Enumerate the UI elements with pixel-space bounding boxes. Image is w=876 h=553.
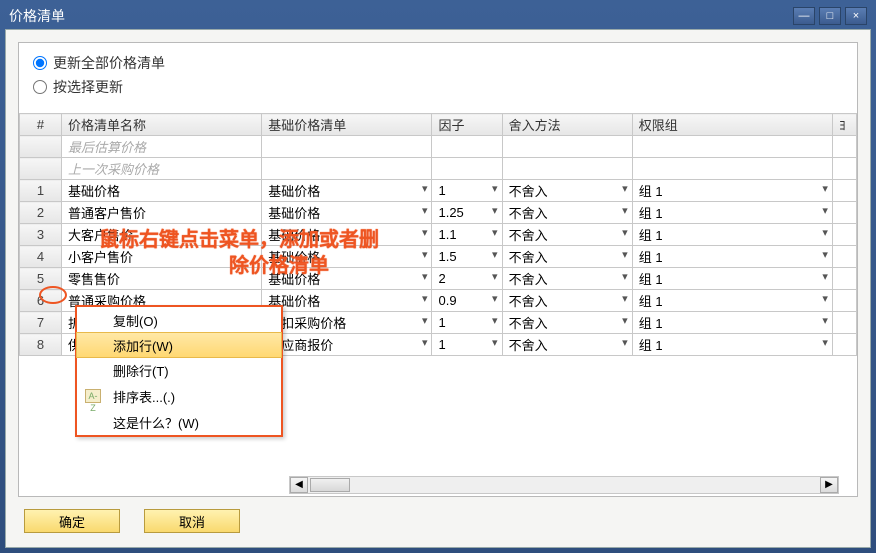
col-group[interactable]: 权限组 bbox=[632, 114, 832, 136]
col-name[interactable]: 价格清单名称 bbox=[62, 114, 262, 136]
col-round[interactable]: 舍入方法 bbox=[502, 114, 632, 136]
info-row: 上一次采购价格 bbox=[20, 158, 857, 180]
ctx-del-row[interactable]: 删除行(T) bbox=[77, 357, 281, 383]
h-scrollbar[interactable]: ◀ ▶ bbox=[289, 476, 839, 494]
scroll-left-button[interactable]: ◀ bbox=[290, 477, 308, 493]
ctx-add-row[interactable]: 添加行(W) bbox=[76, 332, 282, 358]
col-num[interactable]: # bbox=[20, 114, 62, 136]
col-base[interactable]: 基础价格清单 bbox=[262, 114, 432, 136]
col-extra[interactable]: ﾖ bbox=[832, 114, 856, 136]
table-row[interactable]: 3大客户售价基础价格1.1不舍入组 1 bbox=[20, 224, 857, 246]
context-menu: 复制(O) 添加行(W) 删除行(T) A-Z 排序表...(.) 这是什么？(… bbox=[75, 305, 283, 437]
close-button[interactable]: × bbox=[845, 7, 867, 25]
header-row: # 价格清单名称 基础价格清单 因子 舍入方法 权限组 ﾖ bbox=[20, 114, 857, 136]
radio-update-all[interactable] bbox=[33, 56, 47, 70]
scroll-thumb[interactable] bbox=[310, 478, 350, 492]
sort-icon: A-Z bbox=[85, 389, 101, 403]
info-row: 最后估算价格 bbox=[20, 136, 857, 158]
ok-button[interactable]: 确定 bbox=[24, 509, 120, 533]
maximize-button[interactable]: □ bbox=[819, 7, 841, 25]
table-row[interactable]: 2普通客户售价基础价格1.25不舍入组 1 bbox=[20, 202, 857, 224]
ctx-sort[interactable]: A-Z 排序表...(.) bbox=[77, 383, 281, 409]
radio-by-select[interactable] bbox=[33, 80, 47, 94]
cancel-button[interactable]: 取消 bbox=[144, 509, 240, 533]
ctx-whats-this[interactable]: 这是什么？(W) bbox=[77, 409, 281, 435]
table-row[interactable]: 5零售售价基础价格2不舍入组 1 bbox=[20, 268, 857, 290]
minimize-button[interactable]: — bbox=[793, 7, 815, 25]
ctx-copy[interactable]: 复制(O) bbox=[77, 307, 281, 333]
window-title: 价格清单 bbox=[9, 6, 793, 26]
window-frame: 价格清单 — □ × 更新全部价格清单 按选择更新 bbox=[0, 0, 876, 553]
client-area: 更新全部价格清单 按选择更新 # 价格清单名称 bbox=[5, 29, 871, 548]
scroll-right-button[interactable]: ▶ bbox=[820, 477, 838, 493]
panel: 更新全部价格清单 按选择更新 # 价格清单名称 bbox=[18, 42, 858, 497]
table-row[interactable]: 4小客户售价基础价格1.5不舍入组 1 bbox=[20, 246, 857, 268]
col-factor[interactable]: 因子 bbox=[432, 114, 502, 136]
titlebar[interactable]: 价格清单 — □ × bbox=[3, 3, 873, 29]
radio-update-all-label: 更新全部价格清单 bbox=[53, 53, 165, 73]
annotation-circle-icon bbox=[39, 286, 67, 304]
table-row[interactable]: 1基础价格基础价格1不舍入组 1 bbox=[20, 180, 857, 202]
radio-by-select-label: 按选择更新 bbox=[53, 77, 123, 97]
